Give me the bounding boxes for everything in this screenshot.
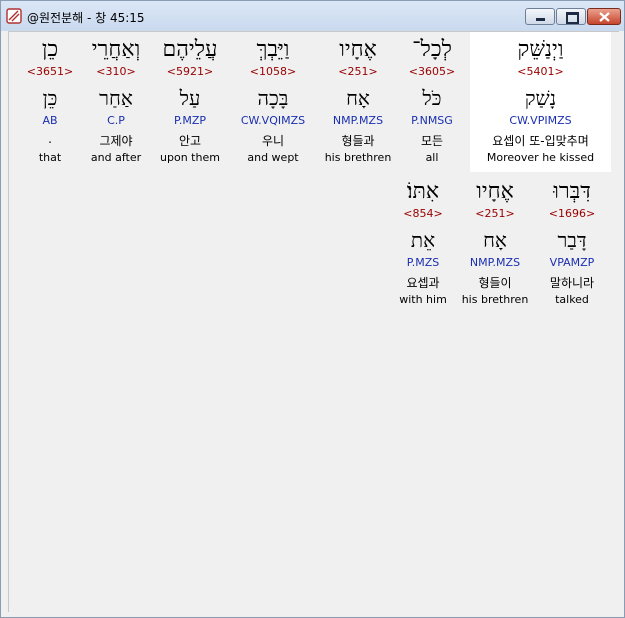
maximize-icon (566, 12, 579, 24)
hebrew-word: וַיֵּבְךְּ (256, 37, 290, 62)
english-gloss: his brethren (324, 151, 392, 164)
word-cell[interactable]: עֲלֵיהֶם <5921> עַל P.MZP 안고 upon them (151, 32, 229, 172)
english-gloss: and after (90, 151, 142, 164)
app-icon (6, 8, 22, 24)
english-gloss: with him (399, 293, 447, 306)
word-cell[interactable]: אֶחָיו <251> אָח NMP.MZS 형들이 his brethre… (456, 174, 534, 314)
lemma: דָּבַר (557, 228, 587, 252)
hebrew-word: אֶחָיו (339, 37, 377, 62)
morphology: P.MZS (406, 256, 440, 269)
korean-gloss: 형들과 (341, 134, 375, 148)
korean-gloss: 요셉과 (406, 276, 440, 290)
korean-gloss: 말하니라 (549, 276, 595, 290)
lemma: כֹּל (422, 86, 442, 110)
hebrew-word: דִּבְּרוּ (553, 179, 591, 204)
hebrew-word: אִתּוֹ׃ (406, 179, 440, 204)
morphology: C.P (107, 114, 125, 127)
korean-gloss: 우니 (261, 134, 285, 148)
maximize-button[interactable] (556, 8, 586, 25)
english-gloss: all (425, 151, 439, 164)
strong-number: <854> (403, 207, 443, 220)
word-cell-selected[interactable]: וַיְנַשֵּׁק <5401> נָשַׁק CW.VPIMZS 요셉이 … (470, 32, 611, 172)
window-title: @원전분해 - 창 45:15 (27, 11, 145, 25)
lemma: אֵת (410, 228, 436, 252)
morphology: VPAMZP (549, 256, 595, 269)
strong-number: <5401> (517, 65, 564, 78)
lemma: אָח (346, 86, 370, 110)
english-gloss: talked (555, 293, 589, 306)
strong-number: <5921> (166, 65, 214, 78)
english-gloss: and wept (247, 151, 299, 164)
english-gloss: Moreover he kissed (486, 151, 595, 164)
strong-number: <251> (475, 207, 515, 220)
lemma: אָח (483, 228, 507, 252)
lemma: אַחַר (99, 86, 133, 110)
minimize-icon (536, 18, 545, 21)
hebrew-word: אֶחָיו (476, 179, 514, 204)
korean-gloss: 모든 (420, 134, 444, 148)
lemma: עַל (179, 86, 201, 110)
morphology: CW.VPIMZS (509, 114, 572, 127)
close-button[interactable] (587, 8, 621, 25)
korean-gloss: 형들이 (478, 276, 512, 290)
hebrew-word: לְכָל־ (412, 37, 452, 62)
close-icon (599, 12, 610, 22)
minimize-button[interactable] (525, 8, 555, 25)
word-cell[interactable]: דִּבְּרוּ <1696> דָּבַר VPAMZP 말하니라 talk… (533, 174, 611, 314)
strong-number: <1058> (249, 65, 297, 78)
english-gloss: his brethren (461, 293, 529, 306)
hebrew-word: וַיְנַשֵּׁק (517, 37, 564, 62)
app-window: @원전분해 - 창 45:15 כֵן <3651> כֵּן AB . tha… (0, 0, 625, 618)
word-analysis-panel: כֵן <3651> כֵּן AB . that וְאַחֲרֵי <310… (8, 31, 619, 612)
morphology: P.NMSG (411, 114, 453, 127)
korean-gloss: 그제야 (99, 134, 133, 148)
lemma: בָּכָה (257, 86, 289, 110)
strong-number: <1696> (548, 207, 596, 220)
english-gloss: upon them (160, 151, 220, 164)
strong-number: <310> (96, 65, 136, 78)
title-bar[interactable]: @원전분해 - 창 45:15 (1, 1, 624, 31)
hebrew-word: וְאַחֲרֵי (91, 37, 141, 62)
word-cell[interactable]: וַיֵּבְךְּ <1058> בָּכָה CW.VQIMZS 우니 an… (234, 32, 312, 172)
hebrew-word: עֲלֵיהֶם (162, 37, 218, 62)
word-cell[interactable]: לְכָל־ <3605> כֹּל P.NMSG 모든 all (393, 32, 471, 172)
word-cell[interactable]: וְאַחֲרֵי <310> אַחַר C.P 그제야 and after (77, 32, 155, 172)
korean-gloss: 안고 (178, 134, 202, 148)
morphology: NMP.MZS (332, 114, 384, 127)
word-cell[interactable]: אֶחָיו <251> אָח NMP.MZS 형들과 his brethre… (319, 32, 397, 172)
morphology: CW.VQIMZS (240, 114, 306, 127)
morphology: NMP.MZS (469, 256, 521, 269)
strong-number: <251> (338, 65, 378, 78)
lemma: נָשַׁק (524, 86, 557, 110)
word-cell[interactable]: אִתּוֹ׃ <854> אֵת P.MZS 요셉과 with him (384, 174, 462, 314)
morphology: P.MZP (173, 114, 207, 127)
korean-gloss: 요셉이 또-입맞추며 (492, 134, 589, 148)
strong-number: <3605> (408, 65, 456, 78)
